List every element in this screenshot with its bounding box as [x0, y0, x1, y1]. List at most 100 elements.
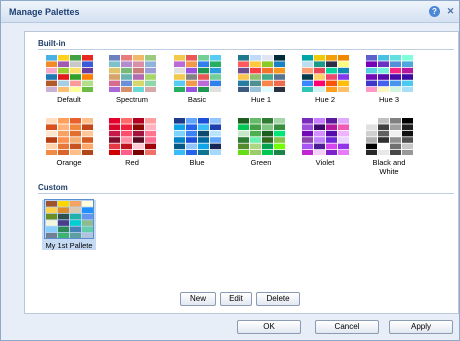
- palette-color-cell: [262, 74, 273, 80]
- apply-button[interactable]: Apply: [389, 320, 453, 334]
- palette-color-cell: [366, 61, 377, 67]
- palette-color-cell: [198, 143, 209, 150]
- palette-color-cell: [58, 201, 69, 207]
- palette-color-cell: [82, 55, 93, 61]
- palette-item[interactable]: Green: [234, 117, 288, 167]
- palette-color-cell: [198, 74, 209, 80]
- palette-swatch-grid: [46, 201, 93, 238]
- palette-color-cell: [133, 143, 144, 150]
- palette-color-cell: [274, 118, 285, 124]
- palette-color-cell: [210, 150, 221, 155]
- palette-item[interactable]: Hue 3: [362, 54, 416, 104]
- palette-color-cell: [314, 74, 325, 80]
- palette-color-cell: [70, 143, 81, 150]
- ok-button[interactable]: OK: [237, 320, 301, 334]
- palette-item[interactable]: My 1st Pallete: [42, 199, 96, 250]
- palette-color-cell: [390, 150, 401, 155]
- palette-item[interactable]: Blue: [170, 117, 224, 167]
- palette-color-cell: [402, 55, 413, 61]
- palette-color-cell: [274, 143, 285, 150]
- palette-color-cell: [390, 80, 401, 87]
- palette-color-cell: [210, 55, 221, 61]
- palette-color-cell: [378, 74, 389, 80]
- palette-item[interactable]: Black and White: [362, 117, 416, 176]
- help-icon[interactable]: ?: [429, 6, 440, 17]
- palette-color-cell: [274, 130, 285, 137]
- palette-color-cell: [366, 124, 377, 130]
- palette-color-cell: [82, 143, 93, 150]
- palette-swatch: [237, 54, 285, 92]
- palette-color-cell: [46, 130, 57, 137]
- close-icon[interactable]: ✕: [445, 6, 456, 17]
- edit-button[interactable]: Edit: [220, 292, 252, 306]
- cancel-button[interactable]: Cancel: [315, 320, 379, 334]
- palette-item[interactable]: Violet: [298, 117, 352, 167]
- manage-palettes-dialog: Manage Palettes ? ✕ Built-in Custom New …: [0, 0, 460, 341]
- palette-swatch-grid: [46, 118, 93, 155]
- palette-color-cell: [133, 61, 144, 67]
- palette-color-cell: [314, 143, 325, 150]
- palette-color-cell: [262, 137, 273, 143]
- palette-label: Red: [125, 158, 139, 167]
- palette-swatch: [108, 117, 156, 155]
- palette-color-cell: [145, 80, 156, 87]
- delete-button[interactable]: Delete: [256, 292, 300, 306]
- palette-color-cell: [250, 61, 261, 67]
- palette-color-cell: [366, 150, 377, 155]
- palette-color-cell: [58, 226, 69, 233]
- palette-item[interactable]: Hue 2: [298, 54, 352, 104]
- palette-color-cell: [402, 61, 413, 67]
- palette-color-cell: [174, 61, 185, 67]
- palette-item[interactable]: Spectrum: [105, 54, 159, 104]
- palette-color-cell: [186, 137, 197, 143]
- palette-item[interactable]: Red: [105, 117, 159, 167]
- section-builtin-divider: [38, 49, 454, 50]
- palette-color-cell: [133, 55, 144, 61]
- palette-color-cell: [262, 80, 273, 87]
- palette-color-cell: [133, 130, 144, 137]
- palette-color-cell: [186, 74, 197, 80]
- palette-label: My 1st Pallete: [45, 241, 93, 250]
- palette-item[interactable]: Orange: [42, 117, 96, 167]
- palette-swatch: [301, 54, 349, 92]
- palette-color-cell: [58, 150, 69, 155]
- palette-color-cell: [338, 130, 349, 137]
- palette-color-cell: [82, 87, 93, 92]
- palette-color-cell: [326, 137, 337, 143]
- palette-color-cell: [198, 137, 209, 143]
- palette-color-cell: [70, 201, 81, 207]
- palette-color-cell: [390, 55, 401, 61]
- palette-swatch: [45, 117, 93, 155]
- palette-color-cell: [314, 55, 325, 61]
- palette-color-cell: [70, 61, 81, 67]
- palette-color-cell: [390, 130, 401, 137]
- palette-color-cell: [314, 137, 325, 143]
- palette-color-cell: [238, 124, 249, 130]
- palette-item[interactable]: Default: [42, 54, 96, 104]
- new-button[interactable]: New: [180, 292, 216, 306]
- palette-color-cell: [121, 61, 132, 67]
- palette-color-cell: [262, 150, 273, 155]
- palette-color-cell: [58, 118, 69, 124]
- palette-color-cell: [145, 130, 156, 137]
- palette-swatch-grid: [302, 118, 349, 155]
- palette-color-cell: [338, 55, 349, 61]
- palette-color-cell: [302, 143, 313, 150]
- palette-item[interactable]: Basic: [170, 54, 224, 104]
- palette-color-cell: [262, 67, 273, 74]
- palette-color-cell: [70, 80, 81, 87]
- palette-color-cell: [378, 67, 389, 74]
- palette-color-cell: [109, 124, 120, 130]
- palette-color-cell: [210, 137, 221, 143]
- palette-color-cell: [145, 124, 156, 130]
- palette-color-cell: [402, 143, 413, 150]
- palette-swatch-grid: [238, 118, 285, 155]
- palette-color-cell: [326, 67, 337, 74]
- palette-color-cell: [133, 80, 144, 87]
- palette-color-cell: [58, 233, 69, 238]
- palette-item[interactable]: Hue 1: [234, 54, 288, 104]
- palette-color-cell: [326, 150, 337, 155]
- palette-color-cell: [378, 80, 389, 87]
- palette-color-cell: [378, 61, 389, 67]
- palette-swatch: [44, 199, 94, 239]
